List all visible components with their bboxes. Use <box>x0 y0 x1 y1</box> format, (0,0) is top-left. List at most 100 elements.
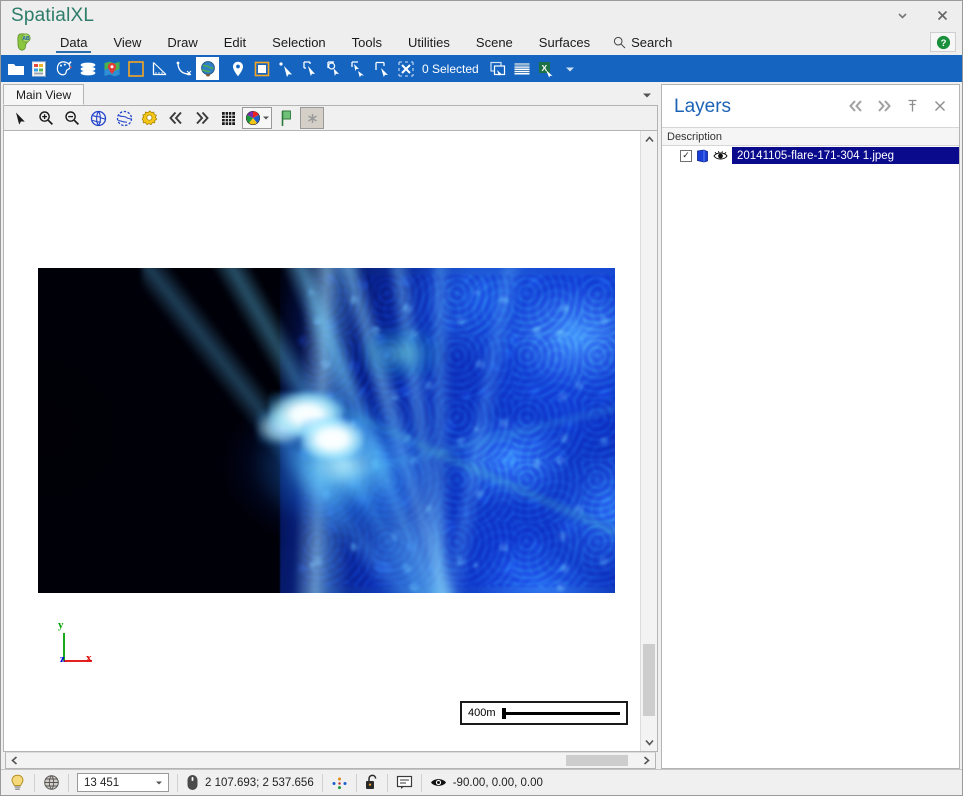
select-rect-button[interactable] <box>298 57 321 80</box>
menu-label: Data <box>60 34 88 50</box>
more-tools-button[interactable] <box>300 107 324 129</box>
expand-all-button[interactable] <box>871 93 897 119</box>
scroll-right-button[interactable] <box>638 753 655 768</box>
globe-blue-dashed-icon <box>116 110 132 126</box>
axis-label-z: z <box>60 653 65 665</box>
pin-drop-icon <box>232 61 243 76</box>
globe-button[interactable] <box>196 57 219 80</box>
select-pointer-button[interactable] <box>274 57 297 80</box>
open-folder-button[interactable] <box>4 57 27 80</box>
view-tab-menu-button[interactable] <box>636 85 658 105</box>
status-snapping[interactable] <box>323 770 356 796</box>
canvas-vertical-scrollbar[interactable] <box>640 131 657 751</box>
rect-select-icon <box>302 60 315 76</box>
menu-label: Tools <box>351 34 383 50</box>
data-table-button[interactable] <box>28 57 51 80</box>
scale-value: 13 451 <box>84 776 120 789</box>
raster-layer-solar-flare[interactable] <box>38 268 615 593</box>
close-panel-button[interactable] <box>927 93 953 119</box>
svg-text:?: ? <box>940 38 946 49</box>
menu-item-utilities[interactable]: Utilities <box>395 29 463 55</box>
raster-layer-icon <box>697 149 708 162</box>
ribbon-overflow-button[interactable] <box>559 57 582 80</box>
menu-item-tools[interactable]: Tools <box>339 29 395 55</box>
color-legend-tool[interactable] <box>242 107 272 129</box>
help-button[interactable]: ? <box>930 32 956 52</box>
app-logo-button[interactable]: AB <box>1 29 47 55</box>
status-lock[interactable] <box>357 770 387 796</box>
menu-item-draw[interactable]: Draw <box>154 29 210 55</box>
layers-column-header: Description <box>662 127 959 146</box>
status-hint[interactable] <box>1 770 34 796</box>
step-back-tool[interactable] <box>164 107 188 129</box>
close-button[interactable] <box>922 1 962 29</box>
selection-table-button[interactable] <box>511 57 534 80</box>
zoom-previous-tool[interactable] <box>112 107 136 129</box>
menu-item-edit[interactable]: Edit <box>211 29 259 55</box>
pin-panel-button[interactable] <box>899 93 925 119</box>
canvas-horizontal-scrollbar[interactable] <box>5 752 656 769</box>
view-settings-tool[interactable] <box>138 107 162 129</box>
angle-ruler-icon <box>152 61 166 75</box>
map-pin-button[interactable] <box>100 57 123 80</box>
axis-triad-icon <box>63 633 92 662</box>
scale-combobox[interactable]: 13 451 <box>77 773 169 792</box>
select-area-button[interactable] <box>250 57 273 80</box>
place-point-button[interactable] <box>226 57 249 80</box>
menu-item-selection[interactable]: Selection <box>259 29 338 55</box>
menu-item-surfaces[interactable]: Surfaces <box>526 29 603 55</box>
clear-measure-button[interactable] <box>172 57 195 80</box>
map-canvas[interactable]: y x z 400m <box>4 131 640 751</box>
scroll-down-button[interactable] <box>641 734 657 751</box>
app-title: SpatialXL <box>11 4 95 26</box>
export-excel-button[interactable]: X <box>535 57 558 80</box>
copy-selection-button[interactable] <box>487 57 510 80</box>
lightbulb-icon <box>11 774 24 790</box>
layers-stack-button[interactable] <box>76 57 99 80</box>
zoom-in-tool[interactable] <box>34 107 58 129</box>
zoom-out-tool[interactable] <box>60 107 84 129</box>
menu-item-view[interactable]: View <box>100 29 154 55</box>
scroll-up-button[interactable] <box>641 131 657 148</box>
select-lasso-button[interactable] <box>346 57 369 80</box>
eye-icon <box>430 779 446 786</box>
vertical-scroll-thumb[interactable] <box>643 644 655 716</box>
double-chevron-right-icon <box>196 111 209 125</box>
symbology-button[interactable] <box>52 57 75 80</box>
pointer-tool[interactable] <box>8 107 32 129</box>
menu-label: Utilities <box>408 34 450 50</box>
menu-item-data[interactable]: Data <box>47 29 100 55</box>
search-box[interactable]: Search <box>603 29 682 55</box>
minimize-button[interactable] <box>882 1 922 29</box>
layers-list: ✓ 20141105-flare-171-304 1.jpeg <box>662 146 959 768</box>
scroll-left-button[interactable] <box>6 753 23 768</box>
chevron-up-icon <box>644 136 654 143</box>
vertical-scroll-track[interactable] <box>641 148 657 734</box>
layers-panel-header: Layers <box>662 85 959 127</box>
select-polygon-button[interactable] <box>370 57 393 80</box>
status-notes[interactable] <box>388 770 421 796</box>
measure-angle-button[interactable] <box>148 57 171 80</box>
layer-name-label[interactable]: 20141105-flare-171-304 1.jpeg <box>732 147 959 164</box>
flare-kernel-secondary <box>300 417 364 460</box>
double-chevron-right-icon <box>878 100 891 112</box>
menu-item-scene[interactable]: Scene <box>463 29 526 55</box>
select-circle-button[interactable] <box>322 57 345 80</box>
zoom-extent-tool[interactable] <box>86 107 110 129</box>
grid-tool[interactable] <box>216 107 240 129</box>
collapse-all-button[interactable] <box>843 93 869 119</box>
layer-visibility-checkbox[interactable]: ✓ <box>680 149 692 162</box>
horizontal-scroll-thumb[interactable] <box>566 755 628 766</box>
status-projection[interactable] <box>35 770 68 796</box>
eye-icon[interactable] <box>713 150 728 162</box>
chevron-down-icon[interactable] <box>155 780 166 786</box>
table-row[interactable]: ✓ 20141105-flare-171-304 1.jpeg <box>662 146 959 165</box>
clear-selection-button[interactable] <box>394 57 417 80</box>
borehole-button[interactable]: bo <box>124 57 147 80</box>
bookmark-tool[interactable] <box>274 107 298 129</box>
snap-points-icon <box>332 777 347 789</box>
svg-text:AB: AB <box>22 36 30 42</box>
tab-main-view[interactable]: Main View <box>3 84 85 105</box>
step-forward-tool[interactable] <box>190 107 214 129</box>
horizontal-scroll-track[interactable] <box>23 753 638 768</box>
